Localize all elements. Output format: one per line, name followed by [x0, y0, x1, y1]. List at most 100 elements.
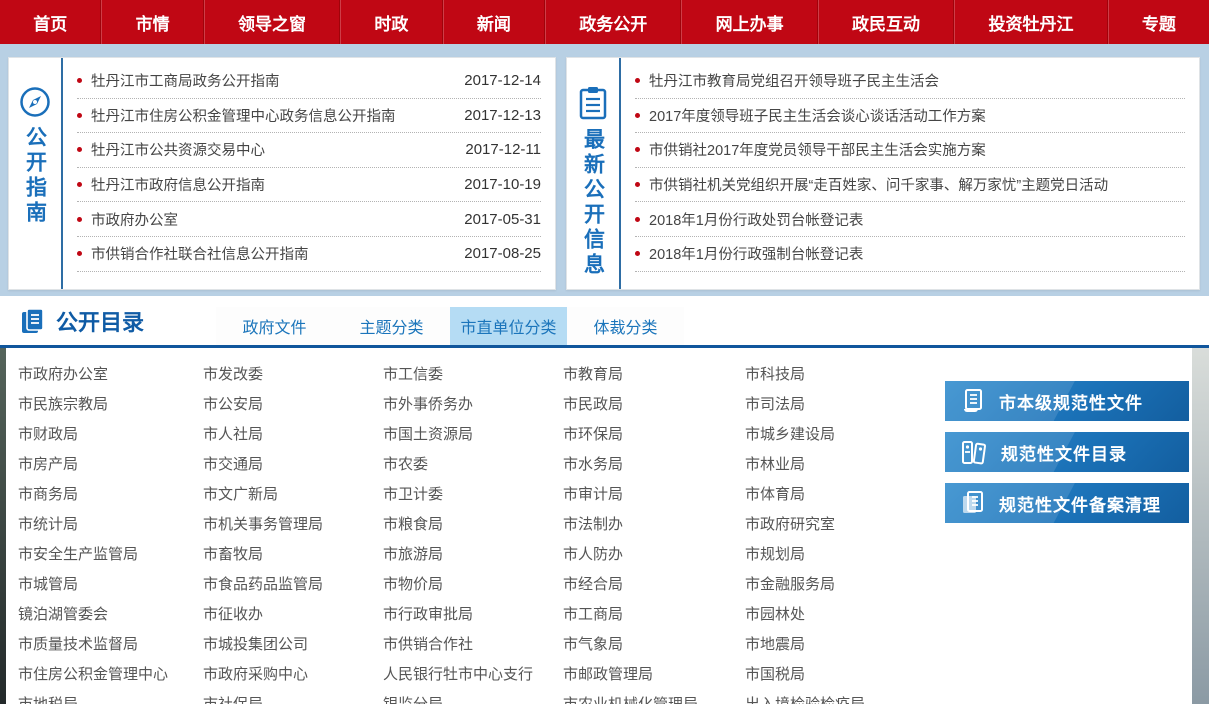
latest-list-item[interactable]: 2017年度领导班子民主生活会谈心谈话活动工作方案 — [635, 99, 1185, 134]
department-link[interactable]: 市工信委 — [383, 360, 563, 390]
department-link[interactable]: 市人社局 — [203, 420, 383, 450]
department-link[interactable]: 人民银行牡市中心支行 — [383, 660, 563, 690]
department-link[interactable]: 市质量技术监督局 — [18, 630, 203, 660]
latest-panel-label: 最新公开信息 — [567, 58, 621, 289]
latest-list-item[interactable]: 市供销社2017年度党员领导干部民主生活会实施方案 — [635, 133, 1185, 168]
latest-list-item[interactable]: 牡丹江市教育局党组召开领导班子民主生活会 — [635, 64, 1185, 99]
department-link[interactable]: 市农委 — [383, 450, 563, 480]
department-link[interactable]: 市安全生产监管局 — [18, 540, 203, 570]
nav-item-6[interactable]: 网上办事 — [681, 0, 817, 44]
department-link[interactable]: 市农业机械化管理局 — [563, 690, 745, 704]
latest-list-item[interactable]: 市供销社机关党组织开展“走百姓家、问千家事、解万家忧”主题党日活动 — [635, 168, 1185, 203]
department-link[interactable]: 市审计局 — [563, 480, 745, 510]
latest-item-title: 2018年1月份行政处罚台帐登记表 — [649, 209, 1185, 230]
department-link[interactable]: 市政府采购中心 — [203, 660, 383, 690]
department-link[interactable]: 市政府研究室 — [745, 510, 938, 540]
department-link[interactable]: 市邮政管理局 — [563, 660, 745, 690]
side-button-2[interactable]: 规范性文件备案清理 — [945, 483, 1189, 523]
department-link[interactable]: 市房产局 — [18, 450, 203, 480]
department-link[interactable]: 市卫计委 — [383, 480, 563, 510]
department-link[interactable]: 市林业局 — [745, 450, 938, 480]
bullet-icon — [635, 251, 640, 256]
guide-list-item[interactable]: 牡丹江市政府信息公开指南2017-10-19 — [77, 168, 541, 203]
latest-item-title: 牡丹江市教育局党组召开领导班子民主生活会 — [649, 70, 1185, 91]
side-button-1[interactable]: 规范性文件目录 — [945, 432, 1189, 472]
department-link[interactable]: 市经合局 — [563, 570, 745, 600]
department-link[interactable]: 市国税局 — [745, 660, 938, 690]
left-edge-decoration — [0, 348, 6, 704]
department-link[interactable]: 市交通局 — [203, 450, 383, 480]
department-link[interactable]: 市住房公积金管理中心 — [18, 660, 203, 690]
side-button-label: 规范性文件备案清理 — [999, 491, 1161, 516]
guide-list-item[interactable]: 牡丹江市住房公积金管理中心政务信息公开指南2017-12-13 — [77, 99, 541, 134]
department-link[interactable]: 市财政局 — [18, 420, 203, 450]
department-link[interactable]: 市国土资源局 — [383, 420, 563, 450]
bullet-icon — [635, 113, 640, 118]
nav-item-0[interactable]: 首页 — [0, 0, 101, 44]
department-link[interactable]: 市司法局 — [745, 390, 938, 420]
nav-item-5[interactable]: 政务公开 — [545, 0, 681, 44]
department-link[interactable]: 市文广新局 — [203, 480, 383, 510]
department-link[interactable]: 银监分局 — [383, 690, 563, 704]
nav-item-3[interactable]: 时政 — [340, 0, 442, 44]
department-link[interactable]: 市旅游局 — [383, 540, 563, 570]
department-link[interactable]: 市体育局 — [745, 480, 938, 510]
department-link[interactable]: 市供销合作社 — [383, 630, 563, 660]
department-link[interactable]: 市人防办 — [563, 540, 745, 570]
tab-0[interactable]: 政府文件 — [216, 307, 333, 345]
department-link[interactable]: 市金融服务局 — [745, 570, 938, 600]
tab-2[interactable]: 市直单位分类 — [450, 307, 567, 345]
guide-list-item[interactable]: 牡丹江市工商局政务公开指南2017-12-14 — [77, 64, 541, 99]
nav-item-7[interactable]: 政民互动 — [818, 0, 954, 44]
department-link[interactable]: 市工商局 — [563, 600, 745, 630]
department-link[interactable]: 市征收办 — [203, 600, 383, 630]
department-link[interactable]: 市教育局 — [563, 360, 745, 390]
guide-panel: 公开指南 牡丹江市工商局政务公开指南2017-12-14牡丹江市住房公积金管理中… — [8, 57, 556, 290]
department-grid: 市政府办公室市发改委市工信委市教育局市科技局市民族宗教局市公安局市外事侨务办市民… — [18, 360, 938, 704]
department-link[interactable]: 市规划局 — [745, 540, 938, 570]
department-link[interactable]: 市城乡建设局 — [745, 420, 938, 450]
nav-item-1[interactable]: 市情 — [101, 0, 203, 44]
department-link[interactable]: 出入境检验检疫局 — [745, 690, 938, 704]
department-link[interactable]: 市统计局 — [18, 510, 203, 540]
bullet-icon — [635, 182, 640, 187]
department-link[interactable]: 市机关事务管理局 — [203, 510, 383, 540]
department-link[interactable]: 市地税局 — [18, 690, 203, 704]
tab-3[interactable]: 体裁分类 — [567, 307, 684, 345]
department-link[interactable]: 市气象局 — [563, 630, 745, 660]
department-link[interactable]: 市环保局 — [563, 420, 745, 450]
department-link[interactable]: 市畜牧局 — [203, 540, 383, 570]
department-link[interactable]: 市城管局 — [18, 570, 203, 600]
side-button-0[interactable]: 市本级规范性文件 — [945, 381, 1189, 421]
department-link[interactable]: 市政府办公室 — [18, 360, 203, 390]
guide-list-item[interactable]: 牡丹江市公共资源交易中心2017-12-11 — [77, 133, 541, 168]
department-link[interactable]: 市社保局 — [203, 690, 383, 704]
department-link[interactable]: 市粮食局 — [383, 510, 563, 540]
department-link[interactable]: 市公安局 — [203, 390, 383, 420]
department-link[interactable]: 市商务局 — [18, 480, 203, 510]
department-link[interactable]: 市外事侨务办 — [383, 390, 563, 420]
latest-panel-title: 最新公开信息 — [583, 128, 604, 278]
department-link[interactable]: 市法制办 — [563, 510, 745, 540]
department-link[interactable]: 市城投集团公司 — [203, 630, 383, 660]
department-link[interactable]: 镜泊湖管委会 — [18, 600, 203, 630]
department-link[interactable]: 市地震局 — [745, 630, 938, 660]
department-link[interactable]: 市民族宗教局 — [18, 390, 203, 420]
guide-list-item[interactable]: 市供销合作社联合社信息公开指南2017-08-25 — [77, 237, 541, 272]
latest-list-item[interactable]: 2018年1月份行政强制台帐登记表 — [635, 237, 1185, 272]
department-link[interactable]: 市食品药品监管局 — [203, 570, 383, 600]
nav-item-4[interactable]: 新闻 — [443, 0, 545, 44]
department-link[interactable]: 市水务局 — [563, 450, 745, 480]
department-link[interactable]: 市行政审批局 — [383, 600, 563, 630]
nav-item-9[interactable]: 专题 — [1108, 0, 1209, 44]
latest-list-item[interactable]: 2018年1月份行政处罚台帐登记表 — [635, 202, 1185, 237]
department-link[interactable]: 市民政局 — [563, 390, 745, 420]
nav-item-2[interactable]: 领导之窗 — [204, 0, 340, 44]
department-link[interactable]: 市发改委 — [203, 360, 383, 390]
department-link[interactable]: 市科技局 — [745, 360, 938, 390]
department-link[interactable]: 市园林处 — [745, 600, 938, 630]
department-link[interactable]: 市物价局 — [383, 570, 563, 600]
tab-1[interactable]: 主题分类 — [333, 307, 450, 345]
guide-list-item[interactable]: 市政府办公室2017-05-31 — [77, 202, 541, 237]
nav-item-8[interactable]: 投资牡丹江 — [954, 0, 1107, 44]
